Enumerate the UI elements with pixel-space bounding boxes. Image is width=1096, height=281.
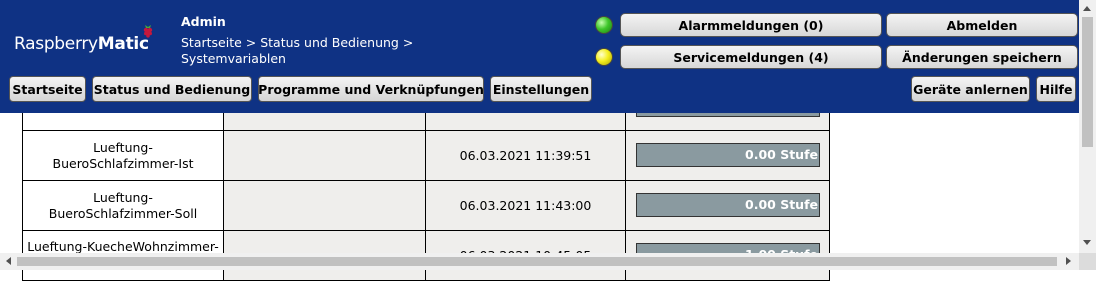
- scroll-left-icon[interactable]: [6, 257, 11, 265]
- raspberry-icon: [143, 25, 153, 38]
- variable-description: [224, 181, 426, 230]
- scroll-down-icon[interactable]: [1083, 240, 1091, 245]
- service-messages-button[interactable]: Servicemeldungen (4): [620, 45, 882, 69]
- nav-settings[interactable]: Einstellungen: [490, 76, 592, 102]
- save-changes-button[interactable]: Änderungen speichern: [886, 45, 1078, 69]
- teach-in-devices-button[interactable]: Geräte anlernen: [911, 76, 1030, 102]
- nav-programs-and-links[interactable]: Programme und Verknüpfungen: [258, 76, 484, 102]
- table-row: Lueftung-BueroSchlafzimmer-Soll 06.03.20…: [22, 181, 830, 231]
- scroll-up-icon[interactable]: [1083, 6, 1091, 11]
- variable-value[interactable]: 0.00 Stufe: [636, 193, 820, 217]
- service-status-led: [595, 48, 613, 66]
- table-row: Lueftung-BueroSchlafzimmer-Ist 06.03.202…: [22, 131, 830, 181]
- variable-name: Lueftung-BueroSchlafzimmer-Soll: [22, 181, 224, 230]
- logout-button[interactable]: Abmelden: [886, 13, 1078, 37]
- nav-status-and-control[interactable]: Status und Bedienung: [92, 76, 252, 102]
- variable-timestamp: 06.03.2021 11:43:00: [426, 181, 626, 230]
- user-info: Admin Startseite > Status und Bedienung …: [181, 14, 441, 67]
- header-bar: RaspberryMatic Admin Startseite > Status…: [0, 0, 1081, 113]
- raspberrymatic-logo[interactable]: RaspberryMatic: [14, 34, 149, 54]
- variable-name: Lueftung-BueroSchlafzimmer-Ist: [22, 131, 224, 180]
- alarm-status-led: [595, 16, 613, 34]
- alarm-messages-button[interactable]: Alarmmeldungen (0): [620, 13, 882, 37]
- scrollbar-corner: [1079, 253, 1096, 270]
- vertical-scrollbar[interactable]: [1079, 0, 1096, 253]
- scroll-right-icon[interactable]: [1066, 257, 1071, 265]
- breadcrumb: Startseite > Status und Bedienung > Syst…: [181, 35, 414, 66]
- help-button[interactable]: Hilfe: [1036, 76, 1076, 102]
- nav-home[interactable]: Startseite: [9, 76, 86, 102]
- horizontal-scroll-thumb[interactable]: [17, 257, 1057, 266]
- variable-value[interactable]: 0.00 Stufe: [636, 143, 820, 167]
- horizontal-scrollbar[interactable]: [0, 253, 1079, 270]
- username: Admin: [181, 14, 226, 29]
- variable-description: [224, 131, 426, 180]
- variable-timestamp: 06.03.2021 11:39:51: [426, 131, 626, 180]
- vertical-scroll-thumb[interactable]: [1082, 17, 1093, 147]
